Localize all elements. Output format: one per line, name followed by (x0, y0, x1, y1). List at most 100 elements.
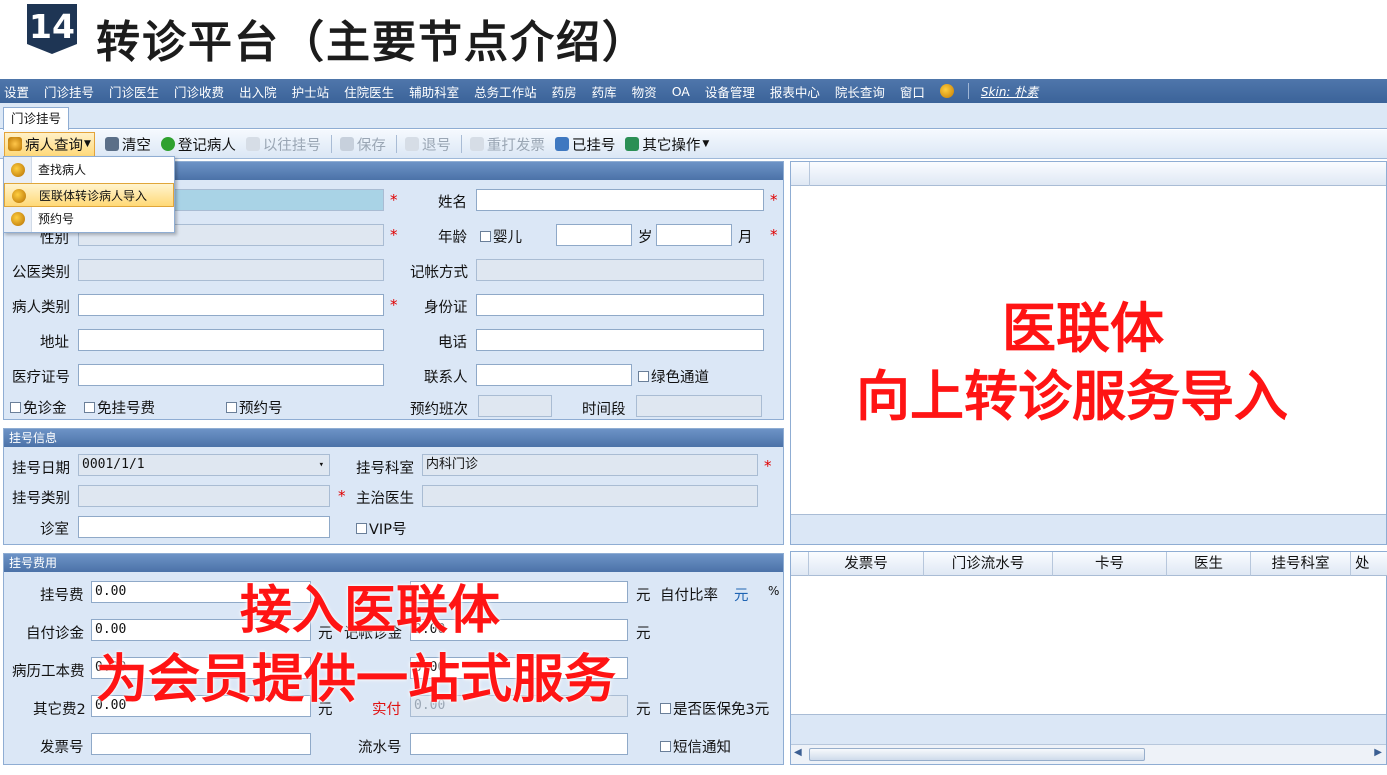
menu-admission[interactable]: 出入院 (239, 82, 277, 101)
grid-col-doctor[interactable]: 医生 (1167, 552, 1251, 576)
serial-label: 流水号 (358, 740, 402, 756)
registration-grid: 发票号 门诊流水号 卡号 医生 挂号科室 处 ◀ ▶ (790, 551, 1387, 765)
register-patient-label: 登记病人 (177, 137, 236, 154)
appointment-checkbox[interactable]: 预约号 (226, 397, 283, 418)
time-slot-field[interactable] (636, 395, 762, 417)
history-icon (245, 137, 260, 151)
cancel-number-button[interactable]: 退号 (404, 134, 451, 155)
appointment-shift-field[interactable] (478, 395, 552, 417)
invoice-field[interactable] (91, 733, 311, 755)
toolbar-divider (460, 135, 462, 153)
skin-link[interactable]: Skin: 朴素 (981, 83, 1038, 100)
checkbox-box (660, 741, 671, 752)
required-mark: * (770, 226, 778, 244)
checkbox-box (480, 231, 491, 242)
free-reg-fee-label: 免挂号费 (97, 401, 155, 417)
menu-nurse-station[interactable]: 护士站 (292, 82, 330, 101)
other-fee-label: 其它费2 (33, 702, 86, 718)
contact-field[interactable] (476, 364, 632, 386)
printer-icon (469, 137, 484, 151)
infant-checkbox[interactable]: 婴儿 (480, 226, 522, 247)
patient-type-field[interactable] (78, 294, 384, 316)
name-field[interactable] (476, 189, 764, 211)
age-years-field[interactable] (556, 224, 632, 246)
other-ops-label: 其它操作 (642, 137, 701, 154)
reg-type-field[interactable] (78, 485, 330, 507)
accounting-mode-field[interactable] (476, 259, 764, 281)
patient-query-menu: 查找病人 医联体转诊病人导入 预约号 (3, 156, 175, 233)
horizontal-scrollbar[interactable]: ◀ ▶ (791, 744, 1386, 764)
contact-label: 联系人 (424, 370, 468, 386)
serial-field[interactable] (410, 733, 628, 755)
other-ops-button[interactable]: 其它操作 ▼ (625, 134, 709, 155)
registered-button[interactable]: 已挂号 (554, 134, 615, 155)
medical-cert-field[interactable] (78, 364, 384, 386)
add-icon (160, 137, 175, 151)
reg-dept-field[interactable]: 内科门诊 (422, 454, 758, 476)
phone-field[interactable] (476, 329, 764, 351)
previous-registration-button[interactable]: 以往挂号 (245, 134, 321, 155)
scroll-left-icon[interactable]: ◀ (794, 747, 802, 758)
menu-general-affairs[interactable]: 总务工作站 (474, 82, 537, 101)
menu-director-query[interactable]: 院长查询 (835, 82, 885, 101)
menu-settings[interactable]: 设置 (4, 82, 29, 101)
clear-button[interactable]: 清空 (104, 134, 151, 155)
free-consult-label: 免诊金 (23, 401, 67, 417)
checkbox-box (10, 402, 21, 413)
age-months-field[interactable] (656, 224, 732, 246)
address-field[interactable] (78, 329, 384, 351)
patient-list-header (791, 162, 1386, 186)
reg-dept-label: 挂号科室 (356, 461, 414, 477)
free-consult-checkbox[interactable]: 免诊金 (10, 397, 67, 418)
reprint-invoice-button[interactable]: 重打发票 (469, 134, 545, 155)
menu-window[interactable]: 窗口 (900, 82, 925, 101)
insurance-exempt-label: 是否医保免3元 (673, 702, 770, 718)
vip-label: VIP号 (369, 522, 407, 538)
green-channel-checkbox[interactable]: 绿色通道 (638, 366, 709, 387)
reg-date-field[interactable]: 0001/1/1 ▾ (78, 454, 330, 476)
percent-unit: % (768, 584, 780, 598)
menu-outpatient-registration[interactable]: 门诊挂号 (44, 82, 94, 101)
menu-item-find-patient[interactable]: 查找病人 (4, 158, 174, 182)
patient-query-button[interactable]: 病人查询 ▼ (4, 131, 95, 157)
menu-outpatient-billing[interactable]: 门诊收费 (174, 82, 224, 101)
scrollbar-thumb[interactable] (809, 748, 1145, 761)
clear-label: 清空 (121, 137, 151, 154)
save-button[interactable]: 保存 (339, 134, 386, 155)
patient-type-label: 病人类别 (12, 300, 70, 316)
menu-item-appointment[interactable]: 预约号 (4, 207, 174, 231)
id-card-field[interactable] (476, 294, 764, 316)
previous-registration-label: 以往挂号 (262, 137, 321, 154)
menu-oa[interactable]: OA (672, 84, 690, 99)
vip-checkbox[interactable]: VIP号 (356, 518, 406, 539)
register-patient-button[interactable]: 登记病人 (160, 134, 236, 155)
menu-pharmacy[interactable]: 药房 (552, 82, 577, 101)
green-channel-label: 绿色通道 (651, 370, 709, 386)
grid-col-more[interactable]: 处 (1351, 552, 1387, 576)
public-medical-field[interactable] (78, 259, 384, 281)
tab-outpatient-registration[interactable]: 门诊挂号 (3, 107, 69, 130)
doctor-field[interactable] (422, 485, 758, 507)
menu-equipment[interactable]: 设备管理 (705, 82, 755, 101)
menu-outpatient-doctor[interactable]: 门诊医生 (109, 82, 159, 101)
room-field[interactable] (78, 516, 330, 538)
overlay-right-line2: 向上转诊服务导入 (856, 365, 1288, 428)
grid-col-invoice[interactable]: 发票号 (809, 552, 924, 576)
menu-drug-warehouse[interactable]: 药库 (592, 82, 617, 101)
grid-col-card[interactable]: 卡号 (1053, 552, 1167, 576)
grid-col-serial[interactable]: 门诊流水号 (924, 552, 1053, 576)
room-label: 诊室 (40, 522, 69, 538)
menu-item-import-referral[interactable]: 医联体转诊病人导入 (4, 183, 174, 207)
menu-reports[interactable]: 报表中心 (770, 82, 820, 101)
scroll-right-icon[interactable]: ▶ (1374, 747, 1382, 758)
grid-col-dept[interactable]: 挂号科室 (1251, 552, 1351, 576)
grid-row-header (791, 552, 809, 576)
sms-checkbox[interactable]: 短信通知 (660, 736, 731, 757)
menu-materials[interactable]: 物资 (632, 82, 657, 101)
free-reg-fee-checkbox[interactable]: 免挂号费 (84, 397, 155, 418)
menu-auxiliary-dept[interactable]: 辅助科室 (409, 82, 459, 101)
menu-inpatient-doctor[interactable]: 住院医生 (344, 82, 394, 101)
year-unit: 岁 (638, 230, 653, 246)
insurance-exempt-checkbox[interactable]: 是否医保免3元 (660, 698, 769, 719)
column-divider (809, 162, 810, 186)
